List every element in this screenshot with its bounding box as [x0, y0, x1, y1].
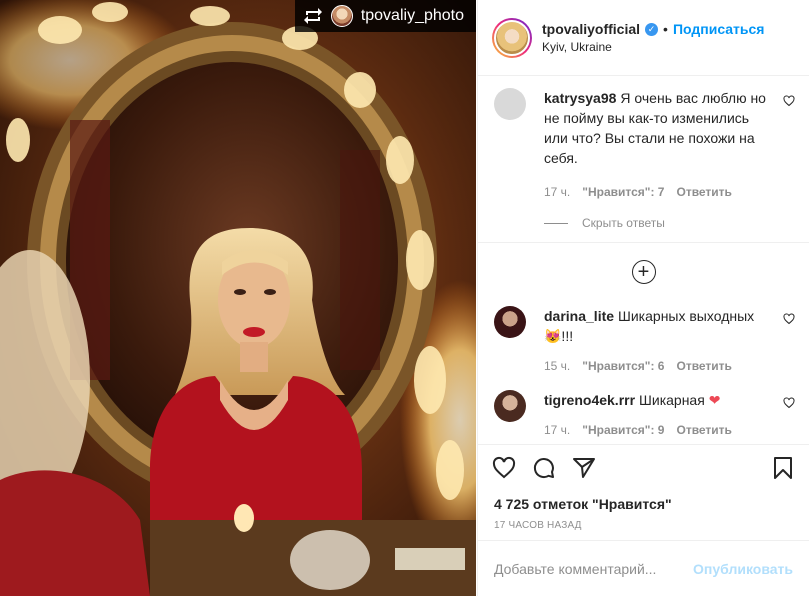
post-actions [478, 444, 809, 496]
comment-likes[interactable]: "Нравится": 7 [582, 182, 664, 202]
comment-time[interactable]: 17 ч. [544, 182, 570, 202]
separator-dot: • [663, 21, 668, 37]
hide-replies-button[interactable]: Скрыть ответы [544, 216, 809, 230]
like-comment-heart-icon[interactable] [773, 88, 795, 202]
repost-tag[interactable]: tpovaliy_photo [294, 0, 476, 32]
comments-list[interactable]: katrysya98 Я очень вас люблю но не пойму … [478, 76, 809, 444]
commenter-avatar[interactable] [494, 390, 526, 422]
comment-time[interactable]: 15 ч. [544, 356, 570, 376]
comment-time[interactable]: 17 ч. [544, 420, 570, 440]
reply-button[interactable]: Ответить [676, 356, 731, 376]
load-more-comments: + [478, 242, 809, 300]
verified-badge-icon: ✓ [645, 22, 659, 36]
likes-count[interactable]: 4 725 отметок "Нравится" [478, 496, 809, 512]
add-comment-bar: Добавьте комментарий... Опубликовать [478, 540, 809, 596]
comment-item: darina_lite Шикарных выходных 😻!!! 15 ч. … [478, 300, 809, 376]
comment-text: Шикарная [639, 392, 705, 408]
repost-handle[interactable]: tpovaliy_photo [361, 7, 464, 25]
commenter-username[interactable]: darina_lite [544, 308, 614, 324]
post-photo[interactable]: tpovaliy_photo [0, 0, 476, 596]
comment-input[interactable]: Добавьте комментарий... [494, 561, 693, 577]
like-comment-heart-icon[interactable] [773, 306, 795, 376]
comment-likes[interactable]: "Нравится": 9 [582, 420, 664, 440]
reply-button[interactable]: Ответить [676, 420, 731, 440]
load-more-plus-icon[interactable]: + [631, 259, 656, 284]
instagram-post: tpovaliy_photo tpovaliyofficial ✓ • Подп… [0, 0, 809, 596]
author-avatar[interactable] [492, 17, 532, 58]
like-heart-icon[interactable] [492, 456, 516, 485]
hide-replies-label: Скрыть ответы [582, 216, 665, 230]
comment-likes[interactable]: "Нравится": 6 [582, 356, 664, 376]
commenter-username[interactable]: tigreno4ek.rrr [544, 392, 635, 408]
publish-button[interactable]: Опубликовать [693, 561, 793, 577]
like-comment-heart-icon[interactable] [773, 390, 795, 440]
post-location[interactable]: Kyiv, Ukraine [542, 40, 764, 54]
repost-icon [303, 8, 322, 24]
post-time-ago[interactable]: 17 ЧАСОВ НАЗАД [478, 512, 809, 531]
commenter-avatar[interactable] [494, 88, 526, 120]
commenter-username[interactable]: katrysya98 [544, 90, 616, 106]
share-paper-plane-icon[interactable] [572, 456, 596, 485]
repost-avatar [330, 5, 353, 27]
comment-bubble-icon[interactable] [532, 456, 556, 485]
comment-item: tigreno4ek.rrr Шикарная ❤ 17 ч. "Нравится… [478, 376, 809, 440]
comment-item: katrysya98 Я очень вас люблю но не пойму … [478, 76, 809, 202]
photo-artwork [0, 0, 476, 596]
reply-button[interactable]: Ответить [676, 182, 731, 202]
red-heart-emoji-icon: ❤ [708, 392, 721, 408]
post-sidebar: tpovaliyofficial ✓ • Подписаться Kyiv, U… [477, 0, 809, 596]
commenter-avatar[interactable] [494, 306, 526, 338]
save-bookmark-icon[interactable] [771, 456, 795, 485]
author-username[interactable]: tpovaliyofficial [542, 21, 640, 37]
post-header: tpovaliyofficial ✓ • Подписаться Kyiv, U… [478, 0, 809, 76]
follow-button[interactable]: Подписаться [673, 21, 765, 37]
